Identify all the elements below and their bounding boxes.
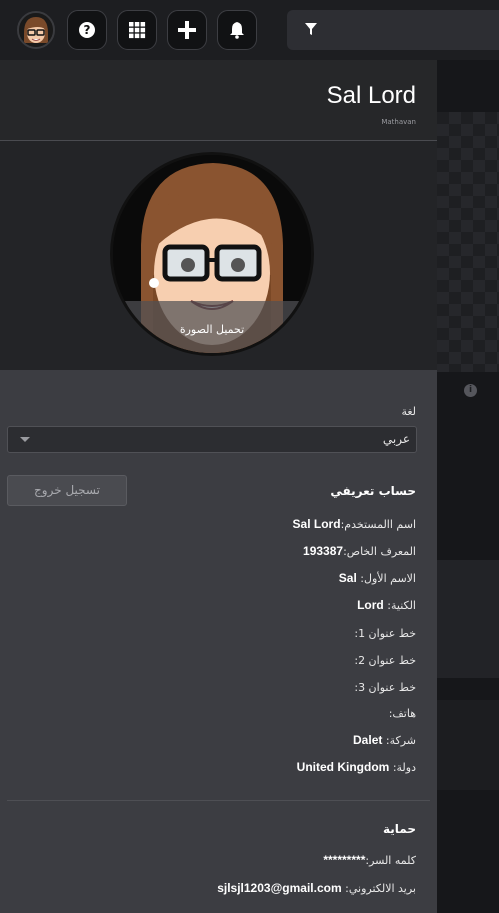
language-value: عربي xyxy=(382,432,410,446)
profile-photo[interactable]: تحميل الصورة xyxy=(110,152,314,356)
security-title: حماية xyxy=(383,822,416,836)
account-field: الاسم الأول: Sal xyxy=(338,571,416,585)
upload-photo-label[interactable]: تحميل الصورة xyxy=(113,323,311,336)
security-field: بريد الالكتروني: sjlsjl1203@gmail.com xyxy=(217,881,416,895)
background-block xyxy=(437,560,499,678)
info-icon[interactable]: i xyxy=(464,384,477,397)
security-field: كلمه السر:********* xyxy=(323,853,416,867)
transparent-preview xyxy=(437,112,499,372)
account-field: الكنية: Lord xyxy=(357,598,416,612)
chevron-down-icon xyxy=(20,437,30,442)
account-field: شركة: Dalet xyxy=(353,733,416,747)
language-label: لغة xyxy=(401,405,416,418)
account-field: اسم االمستخدم:Sal Lord xyxy=(292,517,416,531)
account-field: خط عنوان 3: xyxy=(354,681,416,694)
background-block xyxy=(437,700,499,790)
add-button[interactable] xyxy=(167,10,207,50)
avatar-icon[interactable] xyxy=(17,11,55,49)
profile-panel: Sal Lord Mathavan تحميل الصورة لغة عربي … xyxy=(0,60,437,913)
apps-button[interactable] xyxy=(117,10,157,50)
account-field: المعرف الخاص:193387 xyxy=(303,544,416,558)
filter-icon xyxy=(305,23,317,35)
account-field: دولة: United Kingdom xyxy=(296,760,416,774)
account-field: خط عنوان 1: xyxy=(354,627,416,640)
profile-header: Sal Lord Mathavan xyxy=(0,60,437,141)
account-field: خط عنوان 2: xyxy=(354,654,416,667)
account-title: حساب تعريفي xyxy=(330,484,416,498)
help-button[interactable]: ? xyxy=(67,10,107,50)
filter-box[interactable] xyxy=(287,10,499,50)
top-bar: ? xyxy=(0,0,499,60)
grid-icon xyxy=(129,22,146,39)
notifications-button[interactable] xyxy=(217,10,257,50)
logout-button[interactable]: تسجيل خروج xyxy=(7,475,127,506)
question-icon: ? xyxy=(79,22,95,38)
profile-name: Sal Lord xyxy=(326,82,416,109)
profile-subtitle: Mathavan xyxy=(381,118,416,126)
svg-text:?: ? xyxy=(84,23,91,37)
plus-icon xyxy=(178,21,196,39)
divider xyxy=(7,800,430,801)
account-field: هاتف: xyxy=(388,707,416,720)
language-select[interactable]: عربي xyxy=(7,426,417,453)
bell-icon xyxy=(230,22,244,39)
